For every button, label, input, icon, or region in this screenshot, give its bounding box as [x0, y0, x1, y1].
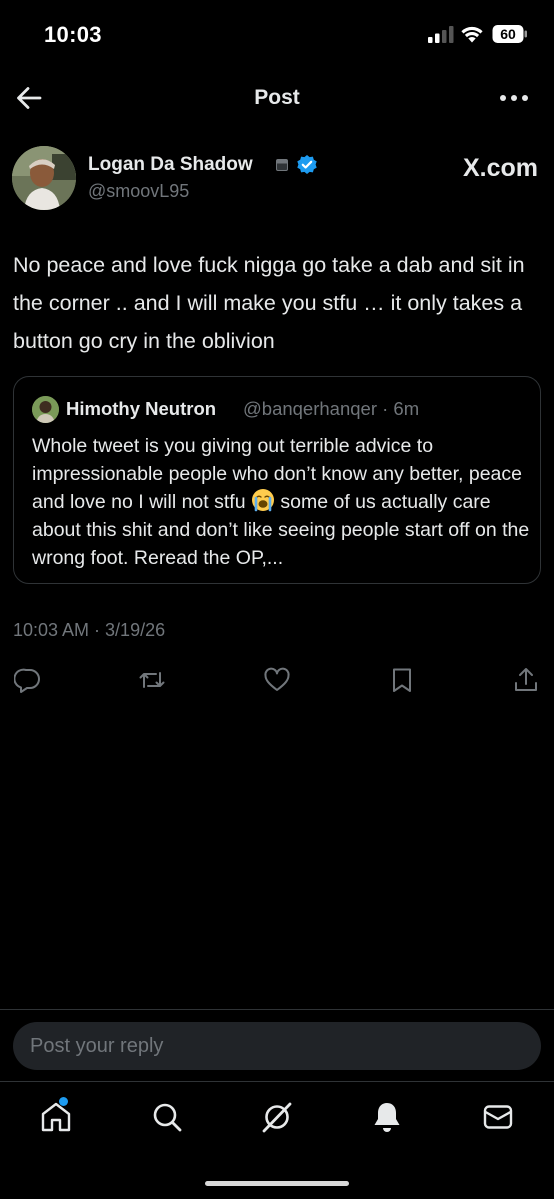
messages-icon[interactable]: [481, 1100, 515, 1134]
home-notification-dot: [59, 1097, 68, 1106]
quoted-author-handle-time: @banqerhanqer · 6m: [243, 398, 420, 419]
reply-icon[interactable]: [14, 666, 42, 694]
bottom-nav: [0, 1082, 554, 1152]
status-time: 10:03: [44, 22, 102, 47]
verified-badge-icon[interactable]: [296, 154, 318, 176]
reply-divider: [0, 1009, 554, 1010]
cellular-signal-icon: [428, 26, 456, 43]
crying-face-emoji-icon: [251, 488, 275, 512]
page-title: Post: [254, 86, 300, 109]
quoted-author-avatar: [32, 396, 59, 423]
reply-input[interactable]: [13, 1022, 541, 1070]
bookmark-icon[interactable]: [388, 666, 416, 694]
search-icon[interactable]: [150, 1100, 184, 1134]
battery-level: 60: [500, 26, 516, 42]
share-icon[interactable]: [512, 666, 540, 694]
name-badges: [276, 154, 318, 176]
post-author: Logan Da Shadow @smoovL95 X.com: [12, 146, 542, 212]
battery-icon: 60: [492, 24, 528, 44]
top-header: Post: [0, 74, 554, 122]
quoted-author-name: Himothy Neutron: [66, 398, 217, 419]
author-handle[interactable]: @smoovL95: [88, 181, 189, 202]
quoted-post[interactable]: Himothy Neutron @banqerhanqer · 6m Whole…: [13, 376, 541, 584]
home-icon[interactable]: [39, 1097, 73, 1134]
label-badge-icon: [276, 159, 288, 171]
repost-icon[interactable]: [138, 666, 166, 694]
post-timestamp[interactable]: 10:03 AM · 3/19/26: [13, 620, 165, 641]
like-icon[interactable]: [263, 666, 291, 694]
post-text: No peace and love fuck nigga go take a d…: [13, 253, 525, 353]
action-bar: [0, 666, 554, 694]
author-avatar[interactable]: [12, 146, 76, 210]
x-com-logo: X.com: [462, 154, 538, 182]
more-options-icon[interactable]: [498, 86, 530, 110]
grok-icon[interactable]: [260, 1100, 294, 1134]
status-bar: 10:03 60: [0, 0, 554, 70]
quoted-post-text: Whole tweet is you giving out terrible a…: [32, 432, 530, 572]
wifi-icon: [460, 24, 484, 43]
author-name[interactable]: Logan Da Shadow: [88, 154, 253, 176]
home-indicator: [205, 1181, 349, 1186]
notifications-icon[interactable]: [370, 1100, 404, 1134]
